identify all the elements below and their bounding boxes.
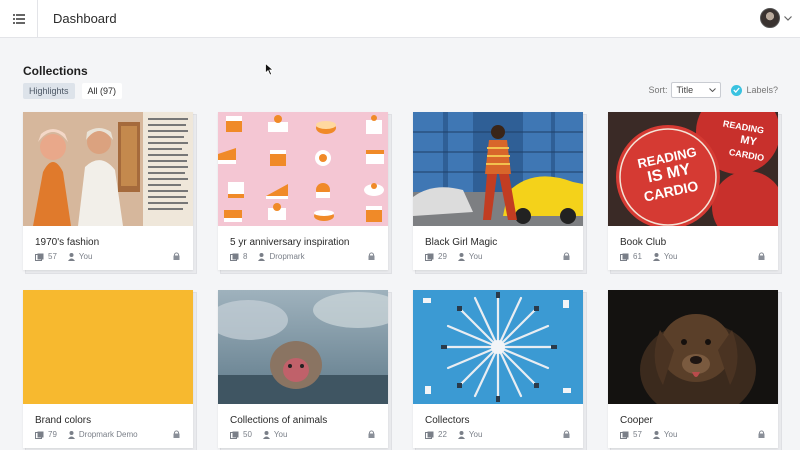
items-icon	[425, 253, 434, 261]
item-count: 61	[633, 252, 642, 261]
collection-meta: 8 Dropmark	[230, 252, 305, 261]
collection-title[interactable]: Collections of animals	[230, 415, 327, 426]
collection-card[interactable]: READING IS MY CARDIO READING MY CARDIO B…	[608, 112, 778, 270]
menu-button[interactable]	[0, 0, 38, 38]
user-icon	[262, 430, 270, 439]
page-title: Dashboard	[53, 11, 117, 26]
collection-thumbnail-swatch	[23, 290, 193, 404]
collection-card[interactable]: Black Girl Magic 29 You	[413, 112, 583, 270]
chevron-down-icon	[709, 88, 717, 92]
sort-select[interactable]: Title	[671, 82, 722, 98]
lock-icon	[173, 252, 180, 260]
lock-icon	[758, 430, 765, 438]
list-icon	[12, 14, 25, 24]
collection-card[interactable]: Collections of animals 50 You	[218, 290, 388, 448]
lock-icon	[368, 252, 375, 260]
user-icon	[457, 430, 465, 439]
owner-name: You	[663, 252, 678, 261]
sort-label: Sort:	[648, 85, 668, 95]
mouse-cursor-icon	[265, 63, 274, 76]
collection-thumbnail-tools	[413, 290, 583, 404]
collection-card[interactable]: Cooper 57 You	[608, 290, 778, 448]
collection-meta: 22 You	[425, 430, 482, 439]
sort-value: Title	[676, 85, 694, 95]
lock-icon	[563, 430, 570, 438]
item-count: 22	[438, 430, 447, 439]
items-icon	[230, 431, 239, 439]
sort-bar: Sort: Title Labels?	[648, 82, 778, 98]
items-icon	[230, 253, 239, 261]
owner-name: Dropmark Demo	[78, 430, 138, 439]
owner-name: You	[273, 430, 288, 439]
chevron-down-icon[interactable]	[784, 15, 792, 21]
collection-meta: 29 You	[425, 252, 482, 261]
collection-thumbnail-dog	[608, 290, 778, 404]
collection-thumbnail-cakes	[218, 112, 388, 226]
collection-title[interactable]: 1970's fashion	[35, 237, 99, 248]
labels-toggle[interactable]: Labels?	[731, 84, 778, 96]
collection-meta: 57 You	[35, 252, 92, 261]
labels-toggle-label: Labels?	[746, 85, 778, 95]
collection-title[interactable]: Black Girl Magic	[425, 237, 497, 248]
items-icon	[425, 431, 434, 439]
collection-meta: 57 You	[620, 430, 677, 439]
items-icon	[620, 431, 629, 439]
filter-highlights[interactable]: Highlights	[23, 83, 75, 99]
filter-all[interactable]: All (97)	[81, 83, 123, 99]
lock-icon	[173, 430, 180, 438]
avatar[interactable]	[760, 8, 780, 28]
collection-card[interactable]: 5 yr anniversary inspiration 8 Dropmark	[218, 112, 388, 270]
user-icon	[67, 430, 75, 439]
collection-card[interactable]: 1970's fashion 57 You	[23, 112, 193, 270]
check-icon	[731, 84, 743, 96]
owner-name: Dropmark	[269, 252, 305, 261]
section-title: Collections	[23, 64, 88, 78]
items-icon	[620, 253, 629, 261]
user-icon	[67, 252, 75, 261]
collection-thumbnail-fashion	[23, 112, 193, 226]
user-icon	[258, 252, 266, 261]
owner-name: You	[78, 252, 93, 261]
collection-title[interactable]: Collectors	[425, 415, 469, 426]
items-icon	[35, 431, 44, 439]
top-bar: Dashboard	[0, 0, 800, 38]
item-count: 57	[48, 252, 57, 261]
collection-meta: 61 You	[620, 252, 677, 261]
collection-title[interactable]: Cooper	[620, 415, 653, 426]
collection-filters: Highlights All (97)	[23, 83, 123, 99]
collection-card[interactable]: Brand colors 79 Dropmark Demo	[23, 290, 193, 448]
user-icon	[652, 430, 660, 439]
collection-thumbnail-street	[413, 112, 583, 226]
user-icon	[652, 252, 660, 261]
item-count: 29	[438, 252, 447, 261]
items-icon	[35, 253, 44, 261]
item-count: 79	[48, 430, 57, 439]
owner-name: You	[468, 252, 483, 261]
owner-name: You	[663, 430, 678, 439]
collection-meta: 79 Dropmark Demo	[35, 430, 138, 439]
item-count: 57	[633, 430, 642, 439]
user-icon	[457, 252, 465, 261]
lock-icon	[368, 430, 375, 438]
collection-title[interactable]: Book Club	[620, 237, 666, 248]
collection-card[interactable]: Collectors 22 You	[413, 290, 583, 448]
collection-thumbnail-monkey	[218, 290, 388, 404]
item-count: 50	[243, 430, 252, 439]
item-count: 8	[243, 252, 248, 261]
owner-name: You	[468, 430, 483, 439]
collection-thumbnail-buttons: READING IS MY CARDIO READING MY CARDIO	[608, 112, 778, 226]
lock-icon	[758, 252, 765, 260]
collection-meta: 50 You	[230, 430, 287, 439]
collection-title[interactable]: Brand colors	[35, 415, 91, 426]
account-menu[interactable]	[760, 8, 792, 28]
collection-title[interactable]: 5 yr anniversary inspiration	[230, 237, 350, 248]
lock-icon	[563, 252, 570, 260]
